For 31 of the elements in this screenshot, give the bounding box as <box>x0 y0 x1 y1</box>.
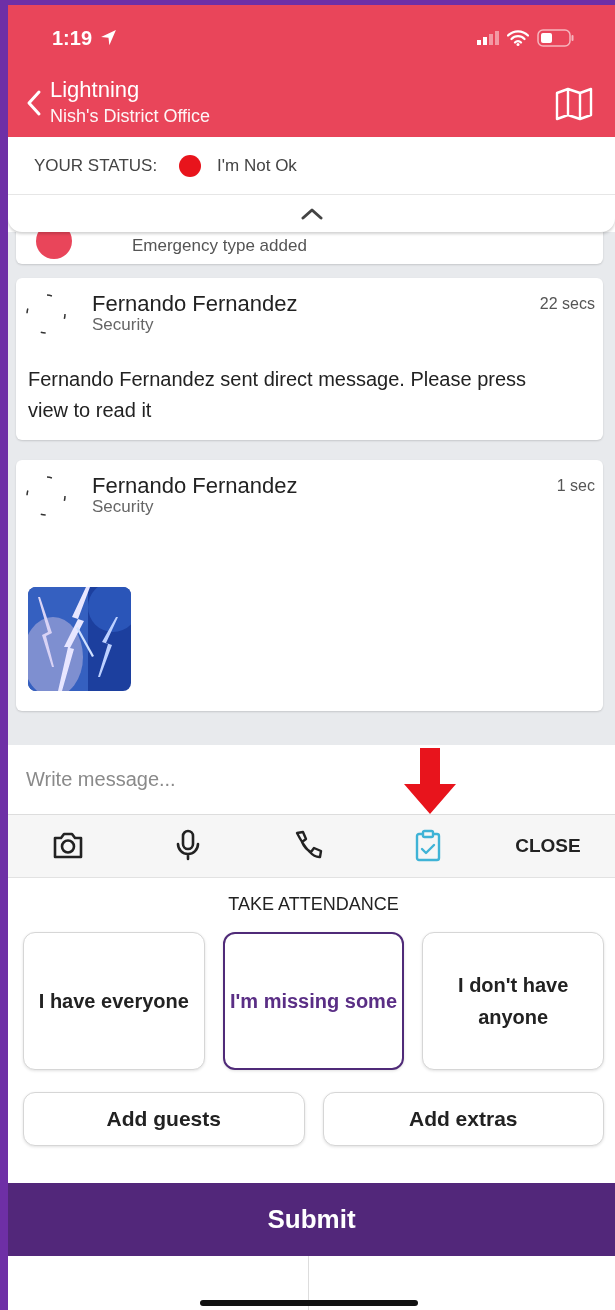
chevron-up-icon[interactable] <box>300 207 323 220</box>
message-time: 22 secs <box>539 294 595 314</box>
status-icon <box>36 232 72 259</box>
close-button[interactable]: CLOSE <box>515 831 581 861</box>
action-button[interactable]: Add extras <box>322 1092 604 1146</box>
map-icon[interactable] <box>555 86 593 121</box>
message-time: 1 sec <box>556 476 595 496</box>
option-button[interactable]: I'm missing some <box>222 932 405 1070</box>
status-label: YOUR STATUS: <box>34 154 158 177</box>
sender-name: Fernando Fernandez <box>92 292 299 317</box>
action-button[interactable]: Add guests <box>23 1092 305 1146</box>
section-title: TAKE ATTENDANCE <box>227 893 400 916</box>
sender-name: Fernando Fernandez <box>92 474 299 499</box>
back-icon[interactable] <box>26 89 42 118</box>
clock-time: 1:19 <box>52 25 93 51</box>
battery-icon <box>537 28 575 47</box>
submit-button[interactable]: Submit <box>8 1183 615 1256</box>
wifi-icon <box>507 29 529 46</box>
sender-role: Security <box>92 316 155 335</box>
option-button[interactable]: I have everyone <box>23 932 205 1070</box>
message-text: Fernando Fernandez sent direct message. Please press view to read it <box>27 367 528 423</box>
option-button[interactable]: I don't have anyone <box>422 932 604 1070</box>
status-value: I'm Not Ok <box>217 154 297 177</box>
screen-title: Lightning <box>50 77 141 103</box>
arrow-icon <box>403 748 459 814</box>
location-icon <box>100 29 118 46</box>
screen-subtitle: Nish's District Office <box>50 104 211 128</box>
feed-text: Emergency type added <box>132 235 307 258</box>
status-dot <box>179 154 202 177</box>
sender-role: Security <box>92 498 155 517</box>
signal-icon <box>477 30 499 45</box>
